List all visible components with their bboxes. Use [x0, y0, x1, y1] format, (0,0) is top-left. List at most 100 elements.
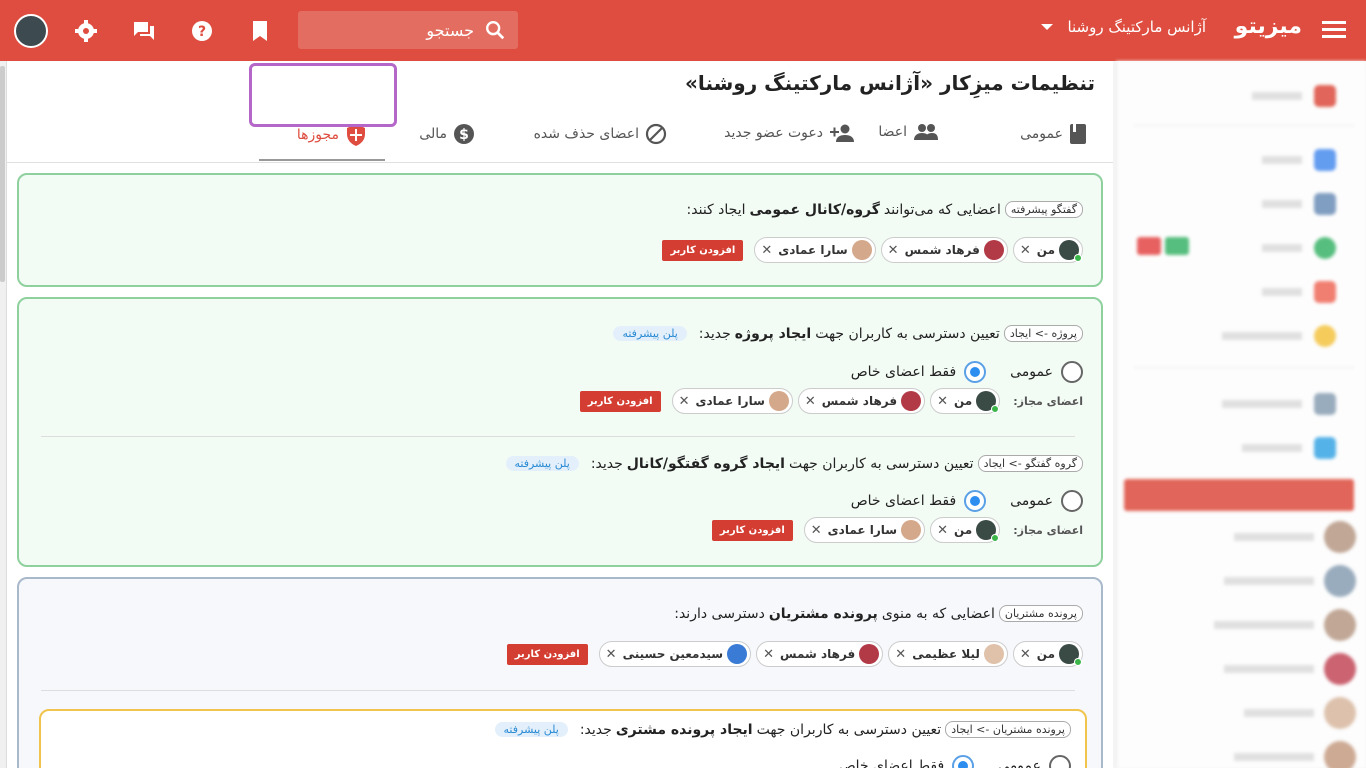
activity-icon — [1314, 237, 1336, 259]
remove-user-icon[interactable]: ✕ — [893, 647, 908, 662]
sidebar-item[interactable] — [1262, 237, 1336, 259]
remove-user-icon[interactable]: ✕ — [809, 523, 824, 538]
radio-public[interactable] — [1061, 490, 1083, 512]
remove-user-icon[interactable]: ✕ — [604, 647, 619, 662]
avatar — [727, 644, 748, 664]
sidebar-item[interactable] — [1242, 437, 1336, 459]
permission-tag: گفتگو پیشرفته — [1004, 201, 1083, 218]
add-user-button[interactable]: افزودن کاربر — [711, 519, 793, 541]
user-chip[interactable]: من ✕ — [1012, 237, 1083, 263]
app-logo[interactable]: میزیتو — [1235, 14, 1302, 39]
remove-user-icon[interactable]: ✕ — [935, 394, 950, 409]
radio-special-members[interactable] — [964, 490, 987, 512]
chat-icon[interactable] — [126, 13, 162, 49]
main-panel: تنظیمات میزِکار «آژانس مارکتینگ روشنا» ع… — [6, 61, 1113, 768]
avatar — [1324, 609, 1356, 641]
user-chip[interactable]: من ✕ — [930, 517, 1001, 543]
remove-user-icon[interactable]: ✕ — [1018, 243, 1033, 258]
dollar-icon: $ — [454, 124, 474, 144]
create-permission-card: پروژه -> ایجاد تعیین دسترسی به کاربران ج… — [17, 297, 1103, 567]
tab-removed-members[interactable]: اعضای حذف شده — [534, 123, 667, 145]
tab-bar: عمومی اعضا دعوت عضو جدید اعضای حذف شده $… — [6, 105, 1113, 163]
user-chip[interactable]: سارا عمادی ✕ — [803, 517, 926, 543]
tab-highlight-frame — [249, 63, 397, 127]
avatar — [1324, 697, 1356, 729]
chat-permission-text: گفتگو پیشرفته اعضایی که می‌توانند گروه/ک… — [687, 201, 1083, 218]
user-chip[interactable]: فرهاد شمس ✕ — [797, 388, 926, 414]
project-radio-group: عمومی فقط اعضای خاص — [851, 361, 1083, 383]
tab-members[interactable]: اعضا — [878, 123, 939, 141]
sidebar-contact[interactable] — [1234, 521, 1356, 553]
user-chip[interactable]: سارا عمادی ✕ — [754, 237, 876, 263]
avatar — [1059, 644, 1082, 666]
allowed-members-label: اعضای مجاز: — [1013, 394, 1083, 408]
avatar — [901, 391, 922, 411]
scrollbar-thumb[interactable] — [0, 66, 5, 282]
sidebar-contact[interactable] — [1234, 741, 1356, 768]
gear-icon[interactable] — [68, 13, 104, 49]
remove-user-icon[interactable]: ✕ — [935, 523, 950, 538]
desk-icon — [1314, 193, 1336, 215]
sidebar-item[interactable] — [1262, 193, 1336, 215]
hamburger-menu-icon[interactable] — [1322, 18, 1346, 42]
add-user-button[interactable]: افزودن کاربر — [662, 239, 744, 261]
remove-user-icon[interactable]: ✕ — [761, 647, 776, 662]
search-input[interactable] — [324, 20, 474, 40]
permission-tag: پرونده مشتریان -> ایجاد — [945, 721, 1071, 738]
company-selector[interactable]: آژانس مارکتینگ روشنا — [1041, 18, 1206, 36]
company-name: آژانس مارکتینگ روشنا — [1067, 18, 1206, 36]
people-icon — [914, 124, 938, 140]
sidebar-contact[interactable] — [1244, 697, 1356, 729]
user-chip[interactable]: فرهاد شمس ✕ — [756, 641, 884, 667]
avatar — [983, 240, 1004, 260]
search-box[interactable] — [298, 11, 518, 49]
tab-invite-member[interactable]: دعوت عضو جدید — [724, 123, 857, 143]
sidebar-item[interactable] — [1222, 325, 1336, 347]
add-user-button[interactable]: افزودن کاربر — [506, 643, 588, 665]
user-chip[interactable]: سیدمعین حسینی ✕ — [598, 641, 752, 667]
radio-special-members[interactable] — [952, 755, 975, 768]
remove-user-icon[interactable]: ✕ — [677, 394, 692, 409]
customers-user-chips: من ✕ لیلا عظیمی ✕ فرهاد شمس ✕ سیدمعین حسینی… — [506, 641, 1083, 667]
customer-create-permission-card: پرونده مشتریان -> ایجاد تعیین دسترسی به … — [39, 709, 1087, 768]
avatar — [1324, 565, 1356, 597]
avatar — [1324, 521, 1356, 553]
sidebar-item[interactable] — [1222, 393, 1336, 415]
book-icon — [1070, 124, 1086, 144]
sidebar-contact[interactable] — [1224, 565, 1356, 597]
add-person-icon — [830, 124, 854, 142]
avatar — [859, 644, 880, 664]
radio-public[interactable] — [1049, 755, 1071, 768]
radio-special-members[interactable] — [964, 361, 987, 383]
user-chip[interactable]: فرهاد شمس ✕ — [880, 237, 1008, 263]
tab-finance[interactable]: $ مالی — [419, 123, 475, 145]
avatar — [851, 240, 872, 260]
top-bar: میزیتو آژانس مارکتینگ روشنا ? — [0, 0, 1366, 61]
project-permission-text: پروژه -> ایجاد تعیین دسترسی به کاربران ج… — [613, 325, 1083, 342]
user-chip[interactable]: سارا عمادی ✕ — [671, 388, 793, 414]
search-icon — [486, 21, 505, 40]
user-chip[interactable]: من ✕ — [1012, 641, 1083, 667]
bookmark-icon[interactable] — [242, 13, 278, 49]
group-user-chips: اعضای مجاز: من ✕ سارا عمادی ✕ افزودن کاربر — [711, 517, 1083, 543]
remove-user-icon[interactable]: ✕ — [803, 394, 818, 409]
remove-user-icon[interactable]: ✕ — [759, 243, 774, 258]
user-chip[interactable]: لیلا عظیمی ✕ — [888, 641, 1008, 667]
help-icon[interactable]: ? — [184, 13, 220, 49]
project-user-chips: اعضای مجاز: من ✕ فرهاد شمس ✕ سارا عمادی ✕ ا… — [579, 388, 1083, 414]
remove-user-icon[interactable]: ✕ — [1018, 647, 1033, 662]
sidebar-contact[interactable] — [1214, 609, 1356, 641]
user-avatar[interactable] — [14, 14, 48, 48]
sidebar-section-header — [1124, 479, 1354, 511]
divider — [41, 436, 1075, 437]
permission-tag: پروژه -> ایجاد — [1003, 325, 1083, 342]
sidebar-item[interactable] — [1252, 85, 1336, 107]
remove-user-icon[interactable]: ✕ — [886, 243, 901, 258]
user-chip[interactable]: من ✕ — [930, 388, 1001, 414]
add-user-button[interactable]: افزودن کاربر — [579, 390, 661, 412]
sidebar-contact[interactable] — [1224, 653, 1356, 685]
sidebar-item[interactable] — [1262, 149, 1336, 171]
radio-public[interactable] — [1061, 361, 1083, 383]
sidebar-item[interactable] — [1262, 281, 1336, 303]
tab-general[interactable]: عمومی — [1020, 123, 1087, 145]
